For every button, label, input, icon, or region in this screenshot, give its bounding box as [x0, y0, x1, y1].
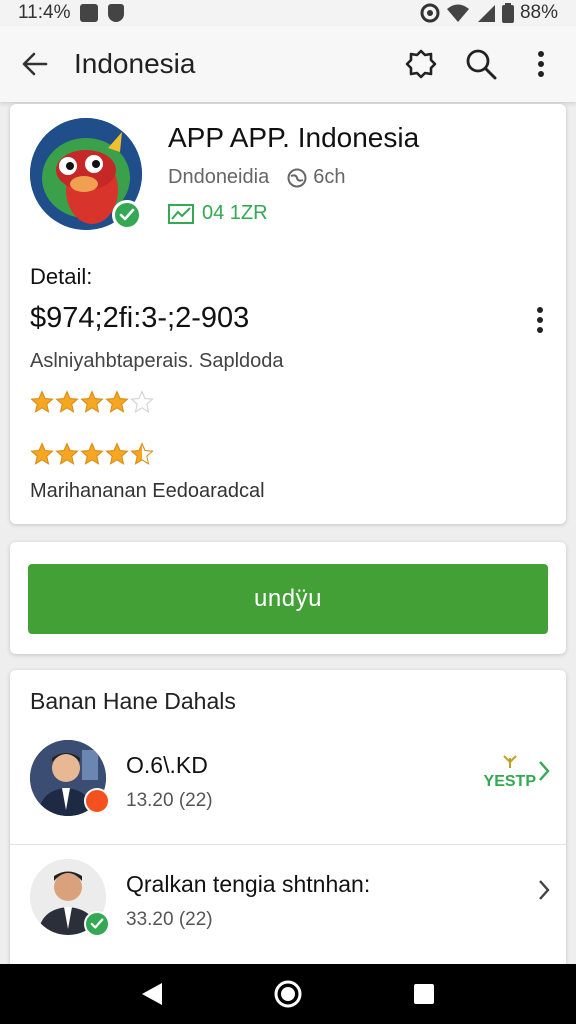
list-item[interactable]: O.6\.KD 13.20 (22) YESTP — [10, 726, 566, 844]
download-button[interactable]: undÿu — [28, 564, 548, 634]
back-arrow-icon — [22, 52, 48, 76]
star-filled-icon — [80, 442, 104, 465]
chevron-right-icon — [534, 875, 554, 905]
star-filled-icon — [105, 442, 129, 465]
star-filled-icon — [80, 390, 104, 413]
list-item-name: O.6\.KD — [126, 752, 208, 778]
detail-more-button[interactable] — [528, 302, 552, 338]
sprout-icon — [503, 755, 517, 768]
orange-badge-icon — [84, 788, 110, 814]
download-card: undÿu — [10, 542, 566, 654]
status-time: 11:4% — [18, 2, 71, 23]
star-filled-icon — [105, 390, 129, 413]
app-icon[interactable] — [30, 118, 142, 230]
verified-badge — [84, 911, 110, 937]
price-text: $974;2fi:3-;2-903 — [30, 302, 250, 334]
trending-icon — [168, 203, 194, 224]
rating-stars-2 — [30, 442, 154, 466]
navigation-bar — [0, 964, 576, 1024]
rating-stars-1 — [30, 390, 154, 414]
star-filled-icon — [30, 390, 54, 413]
circle-icon — [420, 3, 440, 23]
check-icon — [119, 208, 135, 221]
description: Aslniyahbtaperais. Sapldoda — [30, 350, 284, 372]
more-options-button[interactable] — [524, 47, 558, 81]
nav-home-button[interactable] — [271, 977, 305, 1011]
list-item-sub: 33.20 (22) — [126, 909, 213, 930]
more-vert-icon — [537, 307, 543, 333]
wifi-icon — [446, 4, 469, 22]
verified-badge — [112, 200, 142, 230]
sub-info-text: 6ch — [313, 166, 346, 188]
star-empty-icon — [130, 390, 154, 413]
app-info-card: APP APP. Indonesia Dndoneidia 6ch 04 1ZR… — [10, 104, 566, 524]
nav-recents-button[interactable] — [407, 977, 441, 1011]
check-icon — [90, 918, 104, 929]
developer-name[interactable]: Dndoneidia — [168, 166, 269, 189]
status-bar: 11:4% 88% — [0, 0, 576, 26]
section-card: Banan Hane Dahals O.6\.KD 13.20 (22) YES… — [10, 670, 566, 970]
list-item-badge: YESTP — [484, 754, 536, 791]
chevron-right-icon — [534, 756, 554, 786]
search-icon — [466, 49, 497, 80]
app-title: APP APP. Indonesia — [168, 122, 420, 153]
detail-label: Detail: — [30, 264, 93, 289]
globe-icon — [287, 168, 307, 187]
stat-value: 04 1ZR — [202, 202, 268, 224]
list-item-name: Qralkan tengia shtnhan: — [126, 871, 371, 897]
signal-icon — [477, 5, 495, 22]
battery-icon — [501, 3, 514, 23]
stat-row: 04 1ZR — [168, 202, 268, 225]
star-filled-icon — [55, 390, 79, 413]
back-triangle-icon — [142, 983, 162, 1005]
list-item-sub: 13.20 (22) — [126, 790, 213, 811]
recents-square-icon — [414, 984, 434, 1004]
star-half-icon — [130, 442, 154, 465]
app-bar: Indonesia — [0, 26, 576, 102]
more-vert-icon — [538, 51, 544, 77]
page-title: Indonesia — [74, 48, 196, 79]
badge-button[interactable] — [404, 47, 438, 81]
maintainer-text: Marihananan Eedoaradcal — [30, 480, 265, 502]
badge-icon — [405, 49, 437, 79]
list-item-badge-text: YESTP — [483, 773, 536, 790]
nav-back-button[interactable] — [135, 977, 169, 1011]
home-circle-icon — [274, 980, 302, 1008]
star-filled-icon — [30, 442, 54, 465]
back-button[interactable] — [18, 47, 52, 81]
shield-icon — [108, 4, 125, 22]
sub-info: 6ch — [287, 166, 345, 189]
section-title: Banan Hane Dahals — [30, 688, 236, 714]
list-item[interactable]: Qralkan tengia shtnhan: 33.20 (22) — [10, 844, 566, 962]
battery-level: 88% — [519, 2, 558, 23]
search-button[interactable] — [464, 47, 498, 81]
developer-row: Dndoneidia 6ch — [168, 166, 345, 189]
box-icon — [80, 4, 99, 22]
star-filled-icon — [55, 442, 79, 465]
